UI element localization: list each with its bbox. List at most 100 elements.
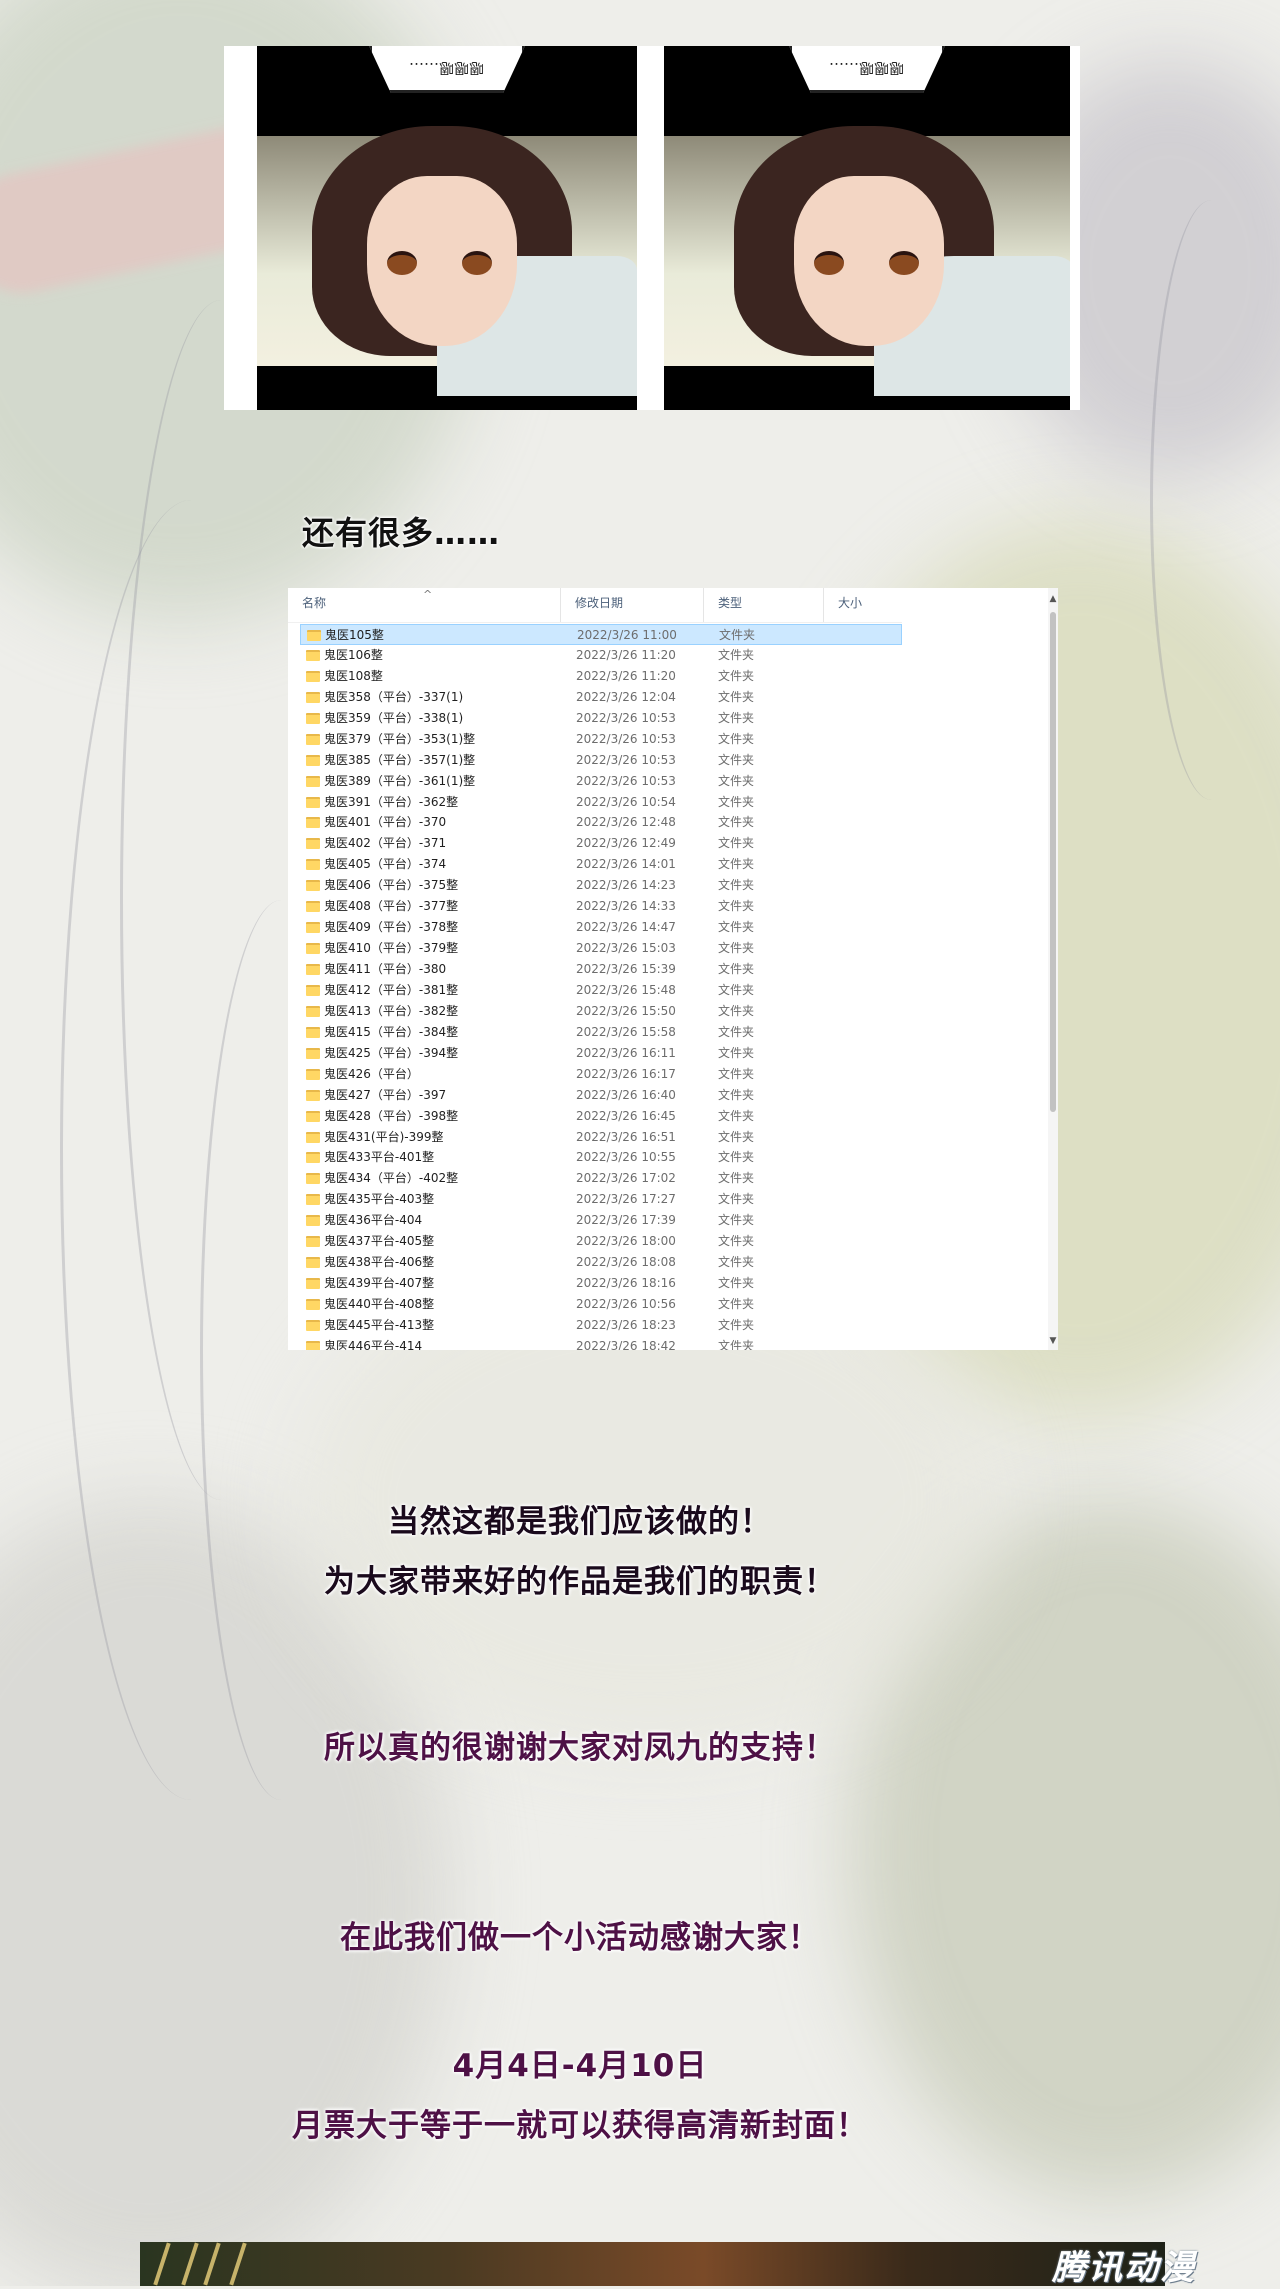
file-name: 鬼医405（平台）-374 [324, 857, 447, 872]
file-row[interactable]: 鬼医415（平台）-384整 2022/3/26 15:58 文件夹 [300, 1022, 902, 1043]
file-row[interactable]: 鬼医108整 2022/3/26 11:20 文件夹 [300, 666, 902, 687]
file-name: 鬼医389（平台）-361(1)整 [324, 773, 476, 788]
folder-icon [306, 922, 320, 934]
file-name: 鬼医437平台-405整 [324, 1234, 435, 1249]
file-name: 鬼医436平台-404 [324, 1213, 423, 1228]
scroll-up-arrow-icon[interactable]: ▲ [1048, 594, 1058, 604]
column-name[interactable]: 名称 ^ [288, 588, 561, 622]
folder-icon [306, 817, 320, 829]
message-line-1: 当然这都是我们应该做的！ [388, 1504, 772, 1540]
file-name: 鬼医359（平台）-338(1) [324, 710, 464, 725]
file-date: 2022/3/26 15:48 [576, 982, 676, 997]
vertical-scrollbar[interactable]: ▲ ▼ [1048, 588, 1058, 1350]
file-row[interactable]: 鬼医408（平台）-377整 2022/3/26 14:33 文件夹 [300, 896, 902, 917]
file-name: 鬼医446平台-414 [324, 1338, 423, 1350]
file-date: 2022/3/26 18:16 [576, 1276, 676, 1291]
file-type: 文件夹 [718, 878, 755, 893]
folder-icon [306, 1110, 320, 1122]
column-modified[interactable]: 修改日期 [561, 588, 704, 622]
file-row[interactable]: 鬼医402（平台）-371 2022/3/26 12:49 文件夹 [300, 833, 902, 854]
scroll-down-arrow-icon[interactable]: ▼ [1048, 1336, 1058, 1346]
message-line-3: 所以真的很谢谢大家对凤九的支持！ [324, 1730, 836, 1766]
file-row[interactable]: 鬼医359（平台）-338(1) 2022/3/26 10:53 文件夹 [300, 708, 902, 729]
file-name: 鬼医411（平台）-380 [324, 962, 447, 976]
file-type: 文件夹 [718, 794, 755, 809]
file-row[interactable]: 鬼医440平台-408整 2022/3/26 10:56 文件夹 [300, 1294, 902, 1315]
file-date: 2022/3/26 18:00 [576, 1234, 676, 1249]
folder-icon [306, 1257, 320, 1269]
file-type: 文件夹 [718, 1150, 755, 1165]
folder-icon [306, 775, 320, 787]
file-type: 文件夹 [718, 1192, 755, 1207]
file-date: 2022/3/26 17:39 [576, 1213, 676, 1228]
file-date: 2022/3/26 14:23 [576, 878, 676, 893]
file-row[interactable]: 鬼医427（平台）-397 2022/3/26 16:40 文件夹 [300, 1085, 902, 1106]
file-name: 鬼医431(平台)-399整 [324, 1129, 444, 1144]
file-row[interactable]: 鬼医435平台-403整 2022/3/26 17:27 文件夹 [300, 1189, 902, 1210]
file-row[interactable]: 鬼医436平台-404 2022/3/26 17:39 文件夹 [300, 1210, 902, 1231]
file-name: 鬼医427（平台）-397 [324, 1087, 447, 1102]
file-type: 文件夹 [718, 1129, 755, 1144]
file-name: 鬼医412（平台）-381整 [324, 982, 459, 997]
file-explorer-window: 名称 ^ 修改日期 类型 大小 鬼医105整 2022/3/26 11:00 文件夹… [288, 588, 1058, 1350]
file-row[interactable]: 鬼医106整 2022/3/26 11:20 文件夹 [300, 645, 902, 666]
folder-icon [306, 1340, 320, 1350]
file-name: 鬼医358（平台）-337(1) [324, 689, 464, 704]
scrollbar-thumb[interactable] [1050, 612, 1056, 1112]
file-date: 2022/3/26 10:53 [576, 752, 676, 767]
file-name: 鬼医385（平台）-357(1)整 [324, 752, 476, 767]
file-type: 文件夹 [718, 1317, 755, 1332]
file-row[interactable]: 鬼医391（平台）-362整 2022/3/26 10:54 文件夹 [300, 792, 902, 813]
file-row[interactable]: 鬼医413（平台）-382整 2022/3/26 15:50 文件夹 [300, 1001, 902, 1022]
file-type: 文件夹 [718, 1171, 755, 1186]
file-row[interactable]: 鬼医446平台-414 2022/3/26 18:42 文件夹 [300, 1336, 902, 1350]
file-row[interactable]: 鬼医434（平台）-402整 2022/3/26 17:02 文件夹 [300, 1168, 902, 1189]
file-date: 2022/3/26 12:48 [576, 815, 676, 830]
file-date: 2022/3/26 18:23 [576, 1317, 676, 1332]
file-row[interactable]: 鬼医431(平台)-399整 2022/3/26 16:51 文件夹 [300, 1127, 902, 1148]
file-row[interactable]: 鬼医358（平台）-337(1) 2022/3/26 12:04 文件夹 [300, 687, 902, 708]
file-type: 文件夹 [718, 857, 755, 872]
file-row[interactable]: 鬼医409（平台）-378整 2022/3/26 14:47 文件夹 [300, 917, 902, 938]
file-row[interactable]: 鬼医385（平台）-357(1)整 2022/3/26 10:53 文件夹 [300, 750, 902, 771]
file-date: 2022/3/26 17:27 [576, 1192, 676, 1207]
file-date: 2022/3/26 14:33 [576, 899, 676, 914]
file-name: 鬼医105整 [325, 628, 384, 642]
file-row[interactable]: 鬼医412（平台）-381整 2022/3/26 15:48 文件夹 [300, 980, 902, 1001]
file-type: 文件夹 [718, 647, 755, 662]
folder-icon [306, 1215, 320, 1227]
folder-icon [306, 1131, 320, 1143]
file-row[interactable]: 鬼医437平台-405整 2022/3/26 18:00 文件夹 [300, 1231, 902, 1252]
file-name: 鬼医391（平台）-362整 [324, 794, 459, 809]
file-row[interactable]: 鬼医439平台-407整 2022/3/26 18:16 文件夹 [300, 1273, 902, 1294]
sort-caret-icon: ^ [423, 588, 433, 601]
file-name: 鬼医415（平台）-384整 [324, 1024, 459, 1039]
folder-icon [306, 1047, 320, 1059]
file-name: 鬼医425（平台）-394整 [324, 1045, 459, 1060]
file-row[interactable]: 鬼医389（平台）-361(1)整 2022/3/26 10:53 文件夹 [300, 771, 902, 792]
folder-icon [306, 1152, 320, 1164]
file-date: 2022/3/26 11:00 [577, 628, 677, 642]
file-row[interactable]: 鬼医379（平台）-353(1)整 2022/3/26 10:53 文件夹 [300, 729, 902, 750]
file-row[interactable]: 鬼医411（平台）-380 2022/3/26 15:39 文件夹 [300, 959, 902, 980]
folder-icon [306, 838, 320, 850]
file-row[interactable]: 鬼医438平台-406整 2022/3/26 18:08 文件夹 [300, 1252, 902, 1273]
file-date: 2022/3/26 16:11 [576, 1045, 676, 1060]
file-row[interactable]: 鬼医410（平台）-379整 2022/3/26 15:03 文件夹 [300, 938, 902, 959]
file-row[interactable]: 鬼医401（平台）-370 2022/3/26 12:48 文件夹 [300, 812, 902, 833]
file-row[interactable]: 鬼医425（平台）-394整 2022/3/26 16:11 文件夹 [300, 1043, 902, 1064]
column-size[interactable]: 大小 [824, 588, 902, 622]
file-row[interactable]: 鬼医105整 2022/3/26 11:00 文件夹 [300, 624, 902, 645]
folder-icon [306, 880, 320, 892]
file-date: 2022/3/26 10:54 [576, 794, 676, 809]
file-row[interactable]: 鬼医405（平台）-374 2022/3/26 14:01 文件夹 [300, 854, 902, 875]
column-type[interactable]: 类型 [704, 588, 824, 622]
folder-icon [306, 754, 320, 766]
file-row[interactable]: 鬼医406（平台）-375整 2022/3/26 14:23 文件夹 [300, 875, 902, 896]
file-row[interactable]: 鬼医433平台-401整 2022/3/26 10:55 文件夹 [300, 1147, 902, 1168]
file-type: 文件夹 [718, 1338, 755, 1350]
file-row[interactable]: 鬼医445平台-413整 2022/3/26 18:23 文件夹 [300, 1315, 902, 1336]
file-row[interactable]: 鬼医426（平台） 2022/3/26 16:17 文件夹 [300, 1064, 902, 1085]
folder-icon [306, 1005, 320, 1017]
file-row[interactable]: 鬼医428（平台）-398整 2022/3/26 16:45 文件夹 [300, 1106, 902, 1127]
